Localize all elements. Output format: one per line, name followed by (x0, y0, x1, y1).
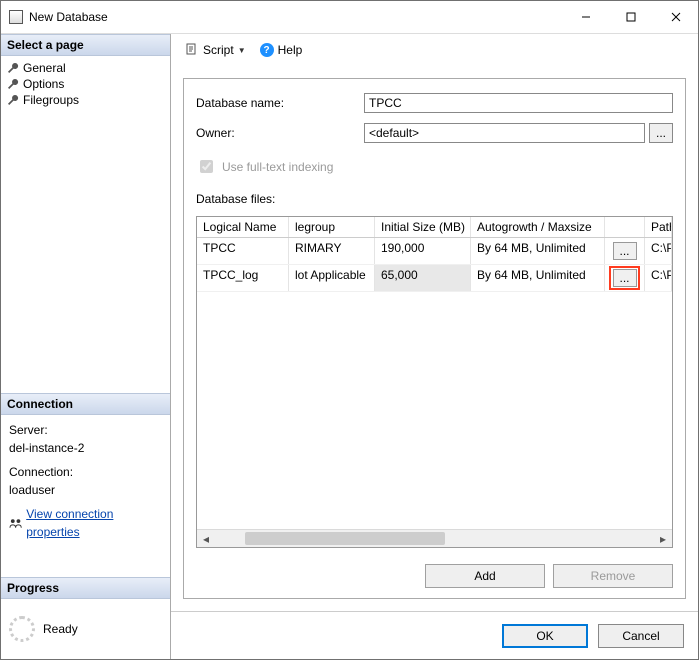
col-initial-size[interactable]: Initial Size (MB) (375, 217, 471, 237)
page-item-general[interactable]: General (5, 60, 166, 76)
table-row[interactable]: TPCCRIMARY190,000By 64 MB, Unlimited... C… (197, 238, 672, 265)
progress-header: Progress (1, 577, 170, 599)
view-connection-properties-link[interactable]: View connection properties (9, 505, 162, 541)
server-value: del-instance-2 (9, 439, 162, 457)
help-icon: ? (260, 43, 274, 57)
scroll-left-arrow-icon[interactable]: ◂ (197, 530, 215, 547)
cell-path[interactable]: C:\Program Files\ (645, 265, 672, 291)
toolbar: Script ▼ ? Help (171, 34, 698, 66)
connection-label: Connection: (9, 463, 162, 481)
help-button[interactable]: ? Help (256, 41, 307, 59)
close-button[interactable] (653, 2, 698, 32)
cell-autogrowth-button: ... (605, 238, 645, 264)
cell-initial-size[interactable]: 65,000 (375, 265, 471, 291)
link-text: View connection properties (26, 505, 162, 541)
scroll-right-arrow-icon[interactable]: ▸ (654, 530, 672, 547)
col-autogrowth[interactable]: Autogrowth / Maxsize (471, 217, 605, 237)
page-label: Filegroups (23, 93, 79, 107)
add-button[interactable]: Add (425, 564, 545, 588)
titlebar[interactable]: New Database (1, 1, 698, 33)
wrench-icon (7, 94, 19, 106)
wrench-icon (7, 78, 19, 90)
progress-spinner-icon (9, 616, 35, 642)
cell-logical-name[interactable]: TPCC (197, 238, 289, 264)
page-label: General (23, 61, 66, 75)
table-row[interactable]: TPCC_loglot Applicable65,000By 64 MB, Un… (197, 265, 672, 292)
owner-browse-button[interactable]: ... (649, 123, 673, 143)
database-name-input[interactable] (364, 93, 673, 113)
left-pane: Select a page General Options Filegroups… (1, 34, 171, 659)
cell-initial-size[interactable]: 190,000 (375, 238, 471, 264)
database-files-grid[interactable]: Logical Name legroup Initial Size (MB) A… (196, 216, 673, 548)
progress-status: Ready (43, 622, 78, 636)
owner-input[interactable] (364, 123, 645, 143)
ok-button[interactable]: OK (502, 624, 588, 648)
select-page-header: Select a page (1, 34, 170, 56)
dbname-label: Database name: (196, 96, 356, 110)
owner-label: Owner: (196, 126, 356, 140)
dialog-footer: OK Cancel (171, 611, 698, 659)
col-path[interactable]: Path (645, 217, 672, 237)
page-item-options[interactable]: Options (5, 76, 166, 92)
autogrowth-ellipsis-button[interactable]: ... (613, 269, 637, 287)
fulltext-label: Use full-text indexing (222, 160, 333, 174)
cell-logical-name[interactable]: TPCC_log (197, 265, 289, 291)
wrench-icon (7, 62, 19, 74)
cell-autogrowth-button: ... (605, 265, 645, 291)
chevron-down-icon: ▼ (238, 46, 246, 55)
general-panel: Database name: Owner: ... Use full-text … (183, 78, 686, 599)
script-button[interactable]: Script ▼ (181, 41, 250, 59)
database-icon (9, 10, 23, 24)
cell-filegroup[interactable]: lot Applicable (289, 265, 375, 291)
horizontal-scrollbar[interactable]: ◂ ▸ (197, 529, 672, 547)
database-files-label: Database files: (196, 192, 673, 206)
cell-autogrowth[interactable]: By 64 MB, Unlimited (471, 265, 605, 291)
cell-path[interactable]: C:\Program Files\ (645, 238, 672, 264)
autogrowth-ellipsis-button[interactable]: ... (613, 242, 637, 260)
col-filegroup[interactable]: legroup (289, 217, 375, 237)
page-label: Options (23, 77, 64, 91)
col-logical-name[interactable]: Logical Name (197, 217, 289, 237)
minimize-button[interactable] (563, 2, 608, 32)
cell-autogrowth[interactable]: By 64 MB, Unlimited (471, 238, 605, 264)
scroll-thumb[interactable] (245, 532, 445, 545)
remove-button: Remove (553, 564, 673, 588)
people-icon (9, 517, 22, 529)
help-label: Help (278, 43, 303, 57)
col-ellipsis (605, 217, 645, 237)
grid-header: Logical Name legroup Initial Size (MB) A… (197, 217, 672, 238)
fulltext-checkbox (200, 160, 213, 173)
connection-value: loaduser (9, 481, 162, 499)
connection-info: Server: del-instance-2 Connection: loadu… (1, 415, 170, 547)
window-title: New Database (29, 10, 563, 24)
maximize-button[interactable] (608, 2, 653, 32)
new-database-dialog: New Database Select a page General Optio… (0, 0, 699, 660)
script-icon (185, 43, 199, 57)
page-list: General Options Filegroups (1, 56, 170, 112)
page-item-filegroups[interactable]: Filegroups (5, 92, 166, 108)
server-label: Server: (9, 421, 162, 439)
connection-header: Connection (1, 393, 170, 415)
cancel-button[interactable]: Cancel (598, 624, 684, 648)
right-pane: Script ▼ ? Help Database name: Owner: (171, 34, 698, 659)
cell-filegroup[interactable]: RIMARY (289, 238, 375, 264)
script-label: Script (203, 43, 234, 57)
